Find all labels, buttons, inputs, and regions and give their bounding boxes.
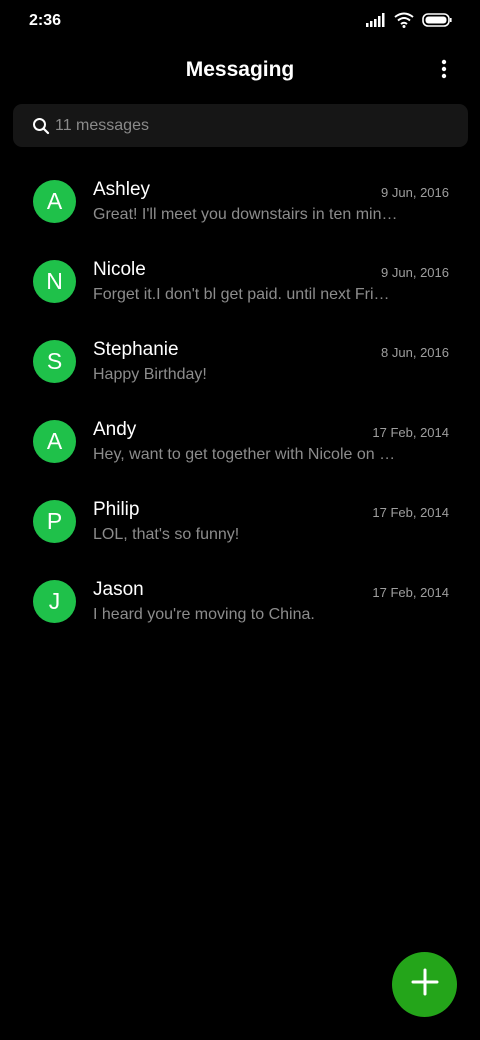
message-snippet: Forget it.I don't bl get paid. until nex… xyxy=(93,286,398,303)
conversation-item-stephanie[interactable]: S Stephanie 8 Jun, 2016 Happy Birthday! xyxy=(0,321,480,401)
status-time: 2:36 xyxy=(29,12,62,29)
message-snippet: LOL, that's so funny! xyxy=(93,526,240,543)
avatar: A xyxy=(33,180,76,223)
contact-name: Jason xyxy=(93,579,144,600)
status-bar: 2:36 xyxy=(0,0,480,44)
contact-name: Stephanie xyxy=(93,339,179,360)
more-options-button[interactable] xyxy=(434,56,454,86)
message-snippet: Great! I'll meet you downstairs in ten m… xyxy=(93,206,398,223)
wifi-icon xyxy=(394,12,414,33)
message-date: 9 Jun, 2016 xyxy=(381,265,449,280)
avatar: S xyxy=(33,340,76,383)
conversation-item-andy[interactable]: A Andy 17 Feb, 2014 Hey, want to get tog… xyxy=(0,401,480,481)
signal-icon xyxy=(366,13,386,32)
message-snippet: Hey, want to get together with Nicole on… xyxy=(93,446,398,463)
page-title: Messaging xyxy=(185,58,295,81)
app-header: Messaging xyxy=(0,50,480,92)
avatar: J xyxy=(33,580,76,623)
avatar: N xyxy=(33,260,76,303)
conversation-list: A Ashley 9 Jun, 2016 Great! I'll meet yo… xyxy=(0,161,480,641)
more-vertical-icon xyxy=(441,59,447,84)
contact-name: Andy xyxy=(93,419,137,440)
message-date: 9 Jun, 2016 xyxy=(381,185,449,200)
battery-icon xyxy=(422,13,452,32)
message-date: 17 Feb, 2014 xyxy=(372,585,449,600)
conversation-item-ashley[interactable]: A Ashley 9 Jun, 2016 Great! I'll meet yo… xyxy=(0,161,480,241)
avatar: A xyxy=(33,420,76,463)
new-message-button[interactable] xyxy=(392,952,457,1017)
message-snippet: I heard you're moving to China. xyxy=(93,606,315,623)
conversation-item-jason[interactable]: J Jason 17 Feb, 2014 I heard you're movi… xyxy=(0,561,480,641)
search-input[interactable] xyxy=(55,104,455,147)
message-snippet: Happy Birthday! xyxy=(93,366,207,383)
search-icon xyxy=(32,117,50,135)
message-date: 17 Feb, 2014 xyxy=(372,505,449,520)
status-icons xyxy=(366,12,452,33)
conversation-item-nicole[interactable]: N Nicole 9 Jun, 2016 Forget it.I don't b… xyxy=(0,241,480,321)
contact-name: Ashley xyxy=(93,179,151,200)
avatar: P xyxy=(33,500,76,543)
plus-icon xyxy=(411,968,439,1001)
contact-name: Nicole xyxy=(93,259,146,280)
search-bar[interactable] xyxy=(13,104,468,147)
contact-name: Philip xyxy=(93,499,140,520)
message-date: 17 Feb, 2014 xyxy=(372,425,449,440)
conversation-item-philip[interactable]: P Philip 17 Feb, 2014 LOL, that's so fun… xyxy=(0,481,480,561)
message-date: 8 Jun, 2016 xyxy=(381,345,449,360)
